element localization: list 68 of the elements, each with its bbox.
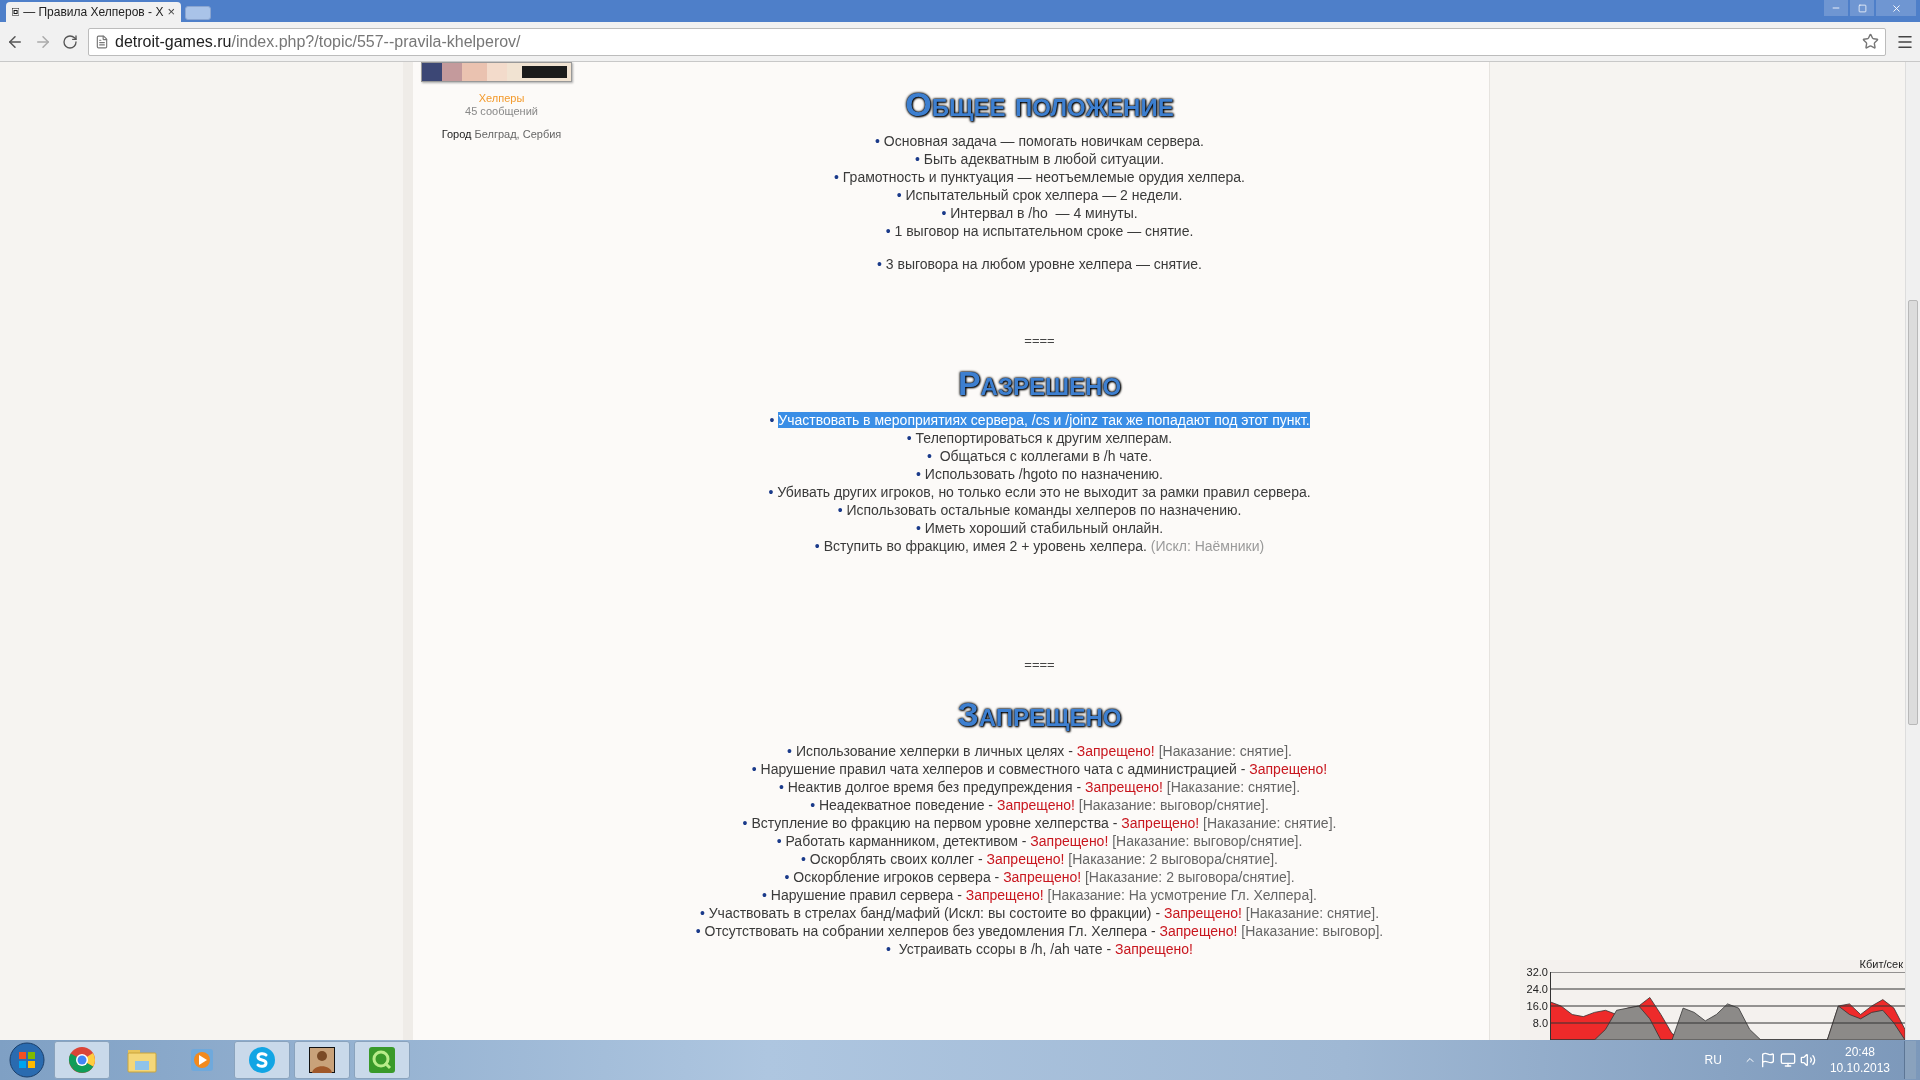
rule-line: • Вступление во фракцию на первом уровне хелперства - Запрещено! [Наказание: снятие]. bbox=[742, 814, 1337, 832]
close-icon bbox=[1890, 2, 1902, 14]
rule-line: • Работать карманником, детективом - Запрещено! [Наказание: выговор/снятие]. bbox=[776, 832, 1303, 850]
bookmark-star-icon[interactable] bbox=[1862, 33, 1879, 50]
maximize-icon bbox=[1857, 3, 1867, 13]
tick-label: 24.0 bbox=[1525, 983, 1548, 995]
section-heading: Разрешено bbox=[957, 362, 1122, 403]
rule-line: • Использование хелперки в личных целях - Запрещено! [Наказание: снятие]. bbox=[787, 742, 1292, 760]
tab-close-button[interactable]: × bbox=[167, 2, 175, 22]
rule-line: • Участвовать в стрелах банд/мафий (Искл: вы состоите во фракции) - Запрещено! [Наказание: снятие]. bbox=[699, 904, 1380, 922]
new-tab-button[interactable] bbox=[185, 6, 211, 20]
browser-icon bbox=[68, 1046, 96, 1074]
rule-line: • Испытательный срок хелпера — 2 недели. bbox=[896, 186, 1183, 204]
rule-line: • Интервал в /ho — 4 минуты. bbox=[941, 204, 1138, 222]
rule-line: • Отсутствовать на собрании хелперов без уведомления Гл. Хелпера - Запрещено! [Наказание: выговор]. bbox=[695, 922, 1384, 940]
section-heading: Общее положение bbox=[905, 84, 1174, 124]
reload-icon[interactable] bbox=[62, 33, 78, 50]
messenger-icon bbox=[248, 1046, 276, 1074]
minimize-button[interactable] bbox=[1824, 0, 1848, 16]
rule-line: • Основная задача — помогать новичкам сервера. bbox=[875, 132, 1204, 150]
axis-unit-label: Кбит/сек bbox=[1859, 957, 1903, 972]
rule-line: • Использовать остальные команды хелперов по назначению. bbox=[837, 500, 1242, 519]
app-taskbar-button[interactable] bbox=[294, 1041, 350, 1079]
rule-line: • Быть адекватным в любой ситуации. bbox=[914, 150, 1165, 168]
user-silhouette-icon bbox=[309, 1047, 335, 1073]
url-text: detroit-games.ru/index.php?/topic/557--pravila-khelperov/ bbox=[115, 31, 521, 52]
rule-line: • Оскорблять своих коллег - Запрещено! [Наказание: 2 выговора/снятие]. bbox=[801, 850, 1278, 868]
rule-line: • Устраивать ссоры в /h, /ah чате - Запрещено! bbox=[886, 940, 1193, 958]
rule-line: • 3 выговора на любом уровне хелпера — снятие. bbox=[877, 255, 1202, 273]
site-favicon-icon bbox=[12, 5, 20, 19]
page-icon bbox=[95, 34, 109, 49]
separator-text: ==== bbox=[1024, 332, 1055, 350]
rule-line: • 1 выговор на испытательном сроке — снятие. bbox=[885, 222, 1194, 240]
tab-title: — Правила Хелперов - Х bbox=[23, 4, 164, 21]
rule-line: • Убивать других игроков, но только если это не выходит за рамки правил сервера. bbox=[768, 482, 1311, 501]
tick-label: 32.0 bbox=[1525, 966, 1548, 978]
post-count: 45 сообщений bbox=[465, 105, 538, 118]
maximize-button[interactable] bbox=[1850, 0, 1874, 16]
rule-line: • Нарушение правил сервера - Запрещено! [Наказание: На усмотрение Гл. Хелпера]. bbox=[762, 886, 1317, 904]
section-heading: Запрещено bbox=[957, 694, 1122, 734]
rule-line: • Иметь хороший стабильный онлайн. bbox=[915, 518, 1164, 537]
magnifier-app-icon bbox=[368, 1046, 396, 1074]
rule-line: • Неактив долгое время без предупреждения - Запрещено! [Наказание: снятие]. bbox=[778, 778, 1301, 796]
network-icon[interactable] bbox=[1779, 1052, 1796, 1068]
rule-line: • Общаться с коллегами в /h чате. bbox=[926, 446, 1153, 465]
browser-taskbar-button[interactable] bbox=[54, 1041, 110, 1079]
tick-label: 16.0 bbox=[1525, 1000, 1548, 1012]
tick-label: 8.0 bbox=[1531, 1017, 1548, 1029]
rule-line: • Грамотность и пунктуация — неотъемлемые орудия хелпера. bbox=[834, 168, 1245, 186]
browser-tab[interactable]: — Правила Хелперов - Х × bbox=[6, 2, 181, 22]
rule-line: • Нарушение правил чата хелперов и совместного чата с администрацией - Запрещено! bbox=[751, 760, 1328, 778]
address-bar[interactable]: detroit-games.ru/index.php?/topic/557--pravila-khelperov/ bbox=[88, 27, 1886, 56]
scrollbar[interactable] bbox=[1905, 62, 1920, 1040]
windows-logo-icon bbox=[9, 1042, 45, 1078]
flag-icon[interactable] bbox=[1759, 1052, 1776, 1068]
rule-line: • Оскорбление игроков сервера - Запрещено! [Наказание: 2 выговора/снятие]. bbox=[784, 868, 1295, 886]
member-group: Хелперы bbox=[478, 92, 525, 105]
rule-line: • Использовать /hgoto по назначению. bbox=[916, 464, 1163, 483]
show-desktop-button[interactable] bbox=[1904, 1041, 1916, 1079]
rule-line: • Вступить во фракцию, имея 2 + уровень хелпера. (Искл: Наёмники) bbox=[814, 536, 1265, 555]
play-icon bbox=[189, 1047, 215, 1073]
separator-text: ==== bbox=[1024, 655, 1055, 674]
volume-icon[interactable] bbox=[1799, 1052, 1816, 1068]
rule-line: • Неадекватное поведение - Запрещено! [Наказание: выговор/снятие]. bbox=[810, 796, 1269, 814]
rule-line: • Телепортироваться к другим хелперам. bbox=[906, 428, 1173, 447]
folder-icon bbox=[127, 1047, 157, 1073]
member-location: Город Белград, Сербия bbox=[441, 127, 562, 142]
rule-line: • Участвовать в мероприятиях сервера, /cs и /joinz так же попадают под этот пункт. bbox=[769, 410, 1310, 429]
